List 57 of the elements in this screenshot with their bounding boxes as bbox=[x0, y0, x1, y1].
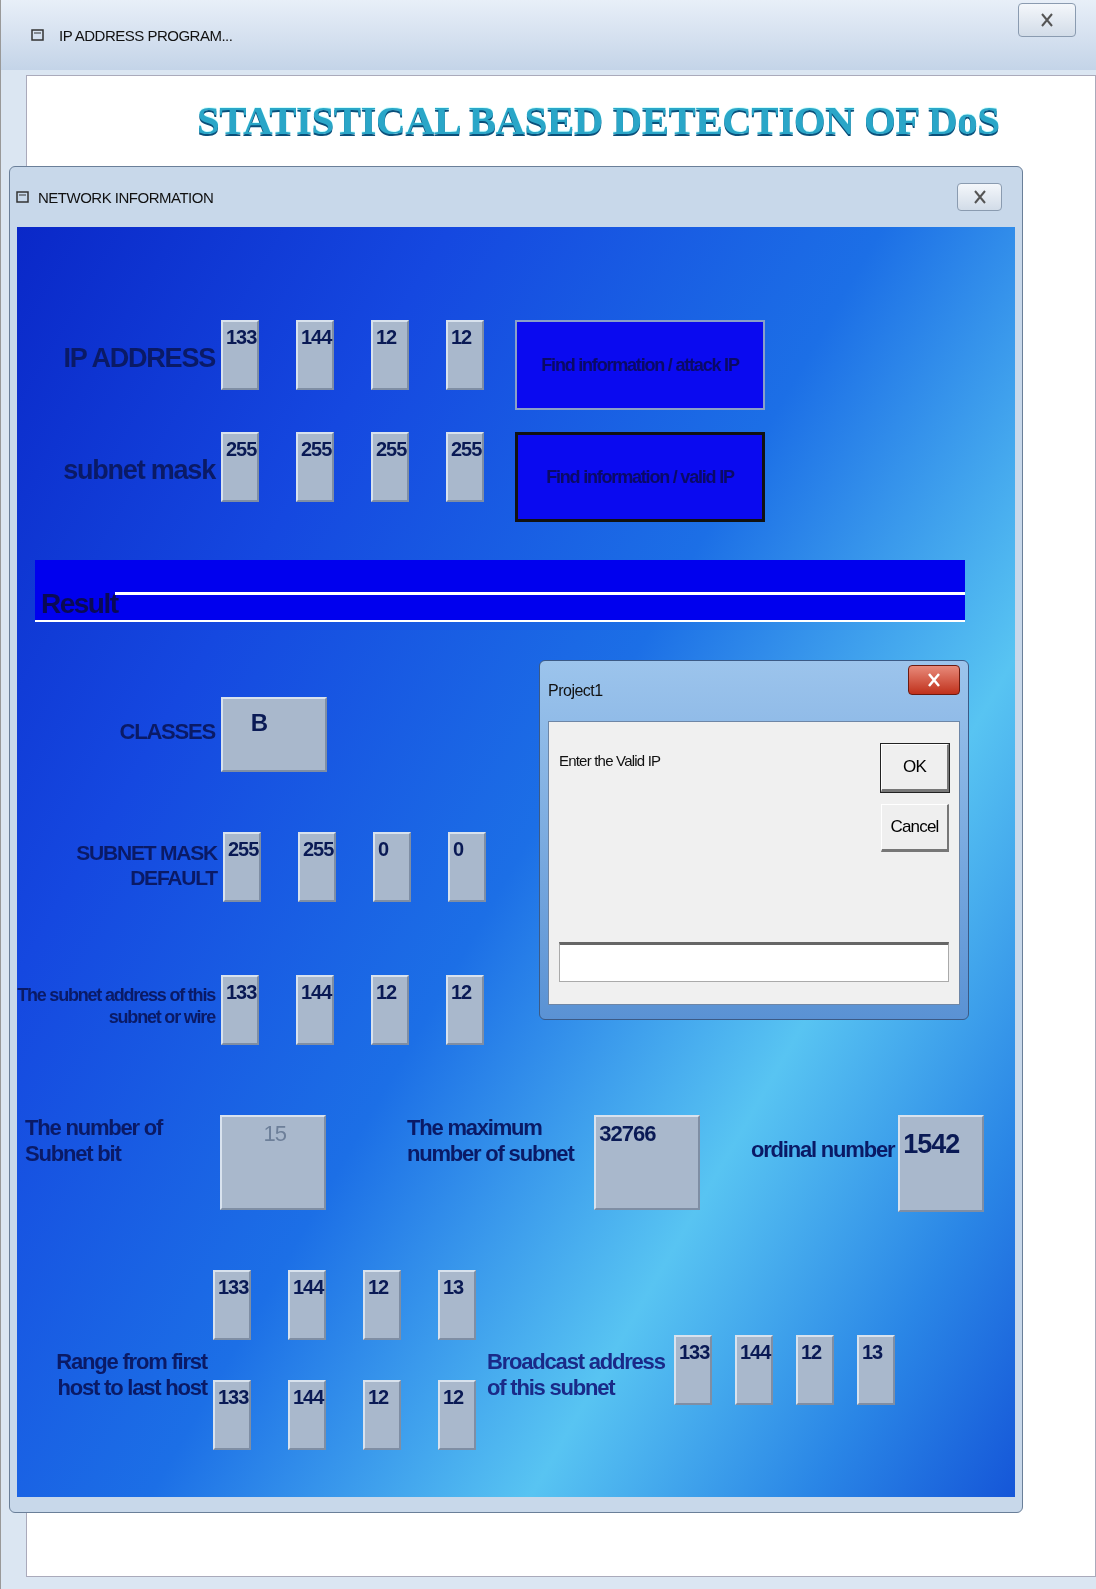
window-title: NETWORK INFORMATION bbox=[38, 188, 214, 206]
octet-field[interactable]: 0 bbox=[448, 832, 486, 902]
octet-field[interactable]: 255 bbox=[296, 432, 334, 502]
ordinal-field[interactable]: 1542 bbox=[898, 1115, 984, 1212]
octet-field[interactable]: 144 bbox=[296, 975, 334, 1045]
close-button[interactable] bbox=[957, 183, 1002, 211]
octet-field[interactable]: 255 bbox=[298, 832, 336, 902]
dialog-button[interactable]: OK bbox=[881, 744, 949, 792]
octet-field[interactable]: 144 bbox=[735, 1335, 773, 1405]
octet-field[interactable]: 13 bbox=[857, 1335, 895, 1405]
octet-field[interactable]: 12 bbox=[438, 1380, 476, 1450]
octet-field[interactable]: 255 bbox=[446, 432, 484, 502]
field-label: The maximum number of subnet bbox=[406, 1115, 576, 1168]
octet-field[interactable]: 12 bbox=[371, 320, 409, 390]
class-field[interactable]: B bbox=[221, 697, 327, 772]
octet-field[interactable]: 133 bbox=[213, 1270, 251, 1340]
banner-title: STATISTICAL BASED DETECTION OF DoS bbox=[197, 96, 1001, 145]
octet-field[interactable]: 12 bbox=[796, 1335, 834, 1405]
octet-field[interactable]: 144 bbox=[296, 320, 334, 390]
octet-field[interactable]: 133 bbox=[221, 975, 259, 1045]
octet-field[interactable]: 12 bbox=[446, 975, 484, 1045]
field-label: Broadcast address of this subnet bbox=[487, 1348, 666, 1402]
close-icon bbox=[928, 673, 940, 687]
close-button[interactable] bbox=[1018, 3, 1076, 37]
field-label: The subnet address of this subnet or wire bbox=[17, 985, 215, 1029]
field-label: subnet mask bbox=[62, 454, 215, 487]
field-label: CLASSES bbox=[118, 719, 215, 746]
octet-field[interactable]: 12 bbox=[363, 1380, 401, 1450]
field-label: Range from first host to last host bbox=[55, 1348, 207, 1402]
max-subnets-field[interactable]: 32766 bbox=[594, 1115, 700, 1210]
octet-field[interactable]: 12 bbox=[371, 975, 409, 1045]
dialog-title: Project1 bbox=[548, 682, 603, 700]
close-icon bbox=[973, 190, 986, 204]
octet-field[interactable]: 13 bbox=[438, 1270, 476, 1340]
octet-field[interactable]: 144 bbox=[288, 1270, 326, 1340]
dialog-button[interactable]: Cancel bbox=[881, 804, 949, 852]
octet-field[interactable]: 0 bbox=[373, 832, 411, 902]
octet-field[interactable]: 133 bbox=[221, 320, 259, 390]
field-label: SUBNET MASK DEFAULT bbox=[75, 840, 217, 891]
octet-field[interactable]: 12 bbox=[363, 1270, 401, 1340]
octet-field[interactable]: 12 bbox=[446, 320, 484, 390]
octet-field[interactable]: 133 bbox=[213, 1380, 251, 1450]
window-title: IP ADDRESS PROGRAM... bbox=[59, 26, 233, 44]
dialog-prompt: Enter the Valid IP bbox=[559, 752, 661, 769]
input-field[interactable] bbox=[559, 942, 949, 982]
octet-field[interactable]: 144 bbox=[288, 1380, 326, 1450]
octet-field[interactable]: 133 bbox=[674, 1335, 712, 1405]
close-icon bbox=[1041, 13, 1053, 27]
octet-field[interactable]: 255 bbox=[221, 432, 259, 502]
octet-field[interactable]: 255 bbox=[371, 432, 409, 502]
octet-field[interactable]: 255 bbox=[223, 832, 261, 902]
close-button[interactable] bbox=[908, 665, 960, 695]
window-icon bbox=[16, 190, 30, 204]
window-icon bbox=[31, 28, 45, 42]
field-label: The number of Subnet bit bbox=[24, 1115, 164, 1168]
field-label: IP ADDRESS bbox=[62, 342, 215, 375]
field-label: ordinal number bbox=[750, 1137, 895, 1164]
